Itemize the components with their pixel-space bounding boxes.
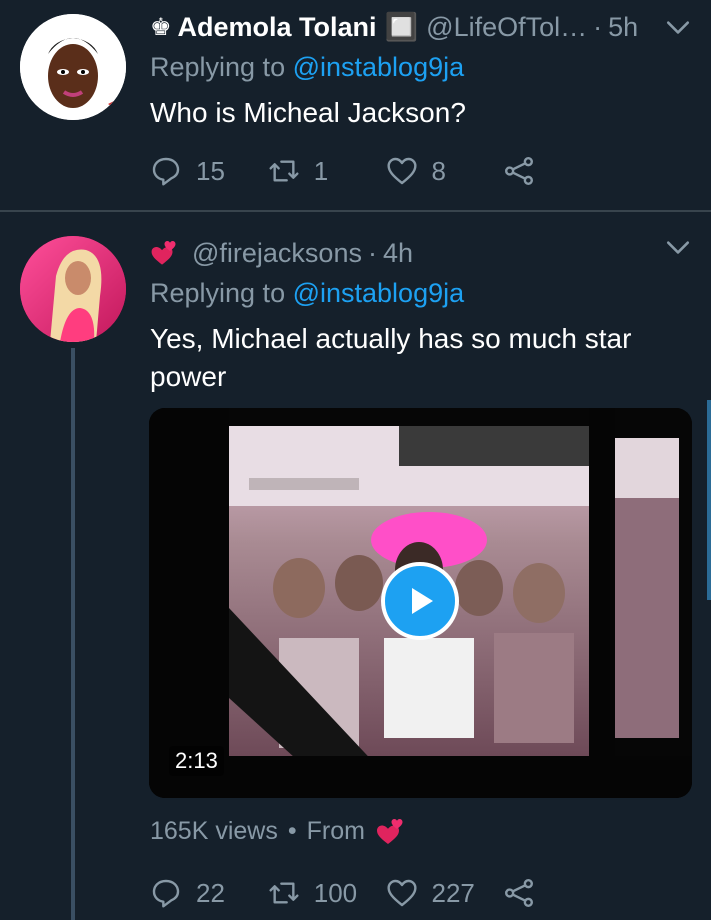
video-player[interactable]: 2:13 <box>149 408 692 798</box>
retweet-icon <box>269 160 299 182</box>
like-count: 227 <box>431 877 475 908</box>
meta-separator: • <box>287 816 297 845</box>
share-icon <box>505 879 534 907</box>
retweet-button[interactable]: 100 <box>268 877 386 909</box>
play-icon <box>412 588 433 614</box>
header-separator: · <box>593 11 603 42</box>
header-separator: · <box>367 237 377 268</box>
like-icon <box>386 157 417 185</box>
reply-count: 22 <box>196 877 225 908</box>
view-count: 165K views <box>150 816 278 845</box>
avatar[interactable] <box>20 14 126 120</box>
play-button[interactable] <box>381 562 459 640</box>
retweet-icon <box>269 882 299 904</box>
reply-button[interactable]: 15 <box>150 155 268 187</box>
share-button[interactable] <box>503 877 621 909</box>
avatar[interactable] <box>20 236 126 342</box>
like-count: 8 <box>431 155 446 186</box>
chevron-down-icon[interactable] <box>665 234 691 260</box>
tweet-time[interactable]: 4h <box>383 238 413 269</box>
like-button[interactable]: 227 <box>386 877 504 909</box>
from-label: From <box>306 816 365 845</box>
tweet-actions: 15 1 8 <box>150 150 621 192</box>
like-button[interactable]: 8 <box>386 155 504 187</box>
tweet-header: @firejacksons · 4h <box>150 235 681 271</box>
author-handle[interactable]: @firejacksons <box>192 238 362 269</box>
reply-icon <box>152 157 180 186</box>
replying-to: Replying to @instablog9ja <box>150 52 464 83</box>
tweet-text: Yes, Michael actually has so much star p… <box>150 323 632 392</box>
author-handle[interactable]: @LifeOfTol… <box>426 12 587 43</box>
tweet-time[interactable]: 5h <box>608 12 638 43</box>
like-icon <box>386 879 417 907</box>
retweet-button[interactable]: 1 <box>268 155 386 187</box>
retweet-count: 1 <box>313 155 329 186</box>
replying-prefix: Replying to <box>150 278 293 308</box>
reply-icon <box>152 879 180 908</box>
share-button[interactable] <box>503 155 621 187</box>
author-name-emoji: 🔲 <box>384 12 419 42</box>
video-duration: 2:13 <box>169 746 224 776</box>
two-hearts-icon <box>151 241 176 265</box>
two-hearts-icon[interactable] <box>375 816 405 846</box>
chevron-down-icon[interactable] <box>665 14 691 40</box>
tweet-text: Who is Micheal Jackson? <box>150 97 466 128</box>
tweet-ademola[interactable]: ♚ Ademola Tolani 🔲 @LifeOfTol… · 5h Repl… <box>0 0 711 210</box>
tweet-actions: 22 100 227 <box>150 872 621 914</box>
reply-count: 15 <box>196 155 225 186</box>
mention-link[interactable]: @instablog9ja <box>293 52 465 82</box>
thread-line <box>71 348 75 920</box>
reply-button[interactable]: 22 <box>150 877 268 909</box>
tweet-firejacksons[interactable]: @firejacksons · 4h Replying to @instablo… <box>0 212 711 920</box>
replying-prefix: Replying to <box>150 52 293 82</box>
video-meta: 165K views • From <box>150 816 405 846</box>
scrollbar[interactable] <box>707 400 711 600</box>
retweet-count: 100 <box>313 877 358 908</box>
mention-link[interactable]: @instablog9ja <box>293 278 465 308</box>
replying-to: Replying to @instablog9ja <box>150 278 464 309</box>
crown-icon: ♚ <box>150 13 172 41</box>
author-name[interactable]: Ademola Tolani <box>178 12 377 43</box>
share-icon <box>505 157 534 185</box>
tweet-header: ♚ Ademola Tolani 🔲 @LifeOfTol… · 5h <box>150 9 681 45</box>
